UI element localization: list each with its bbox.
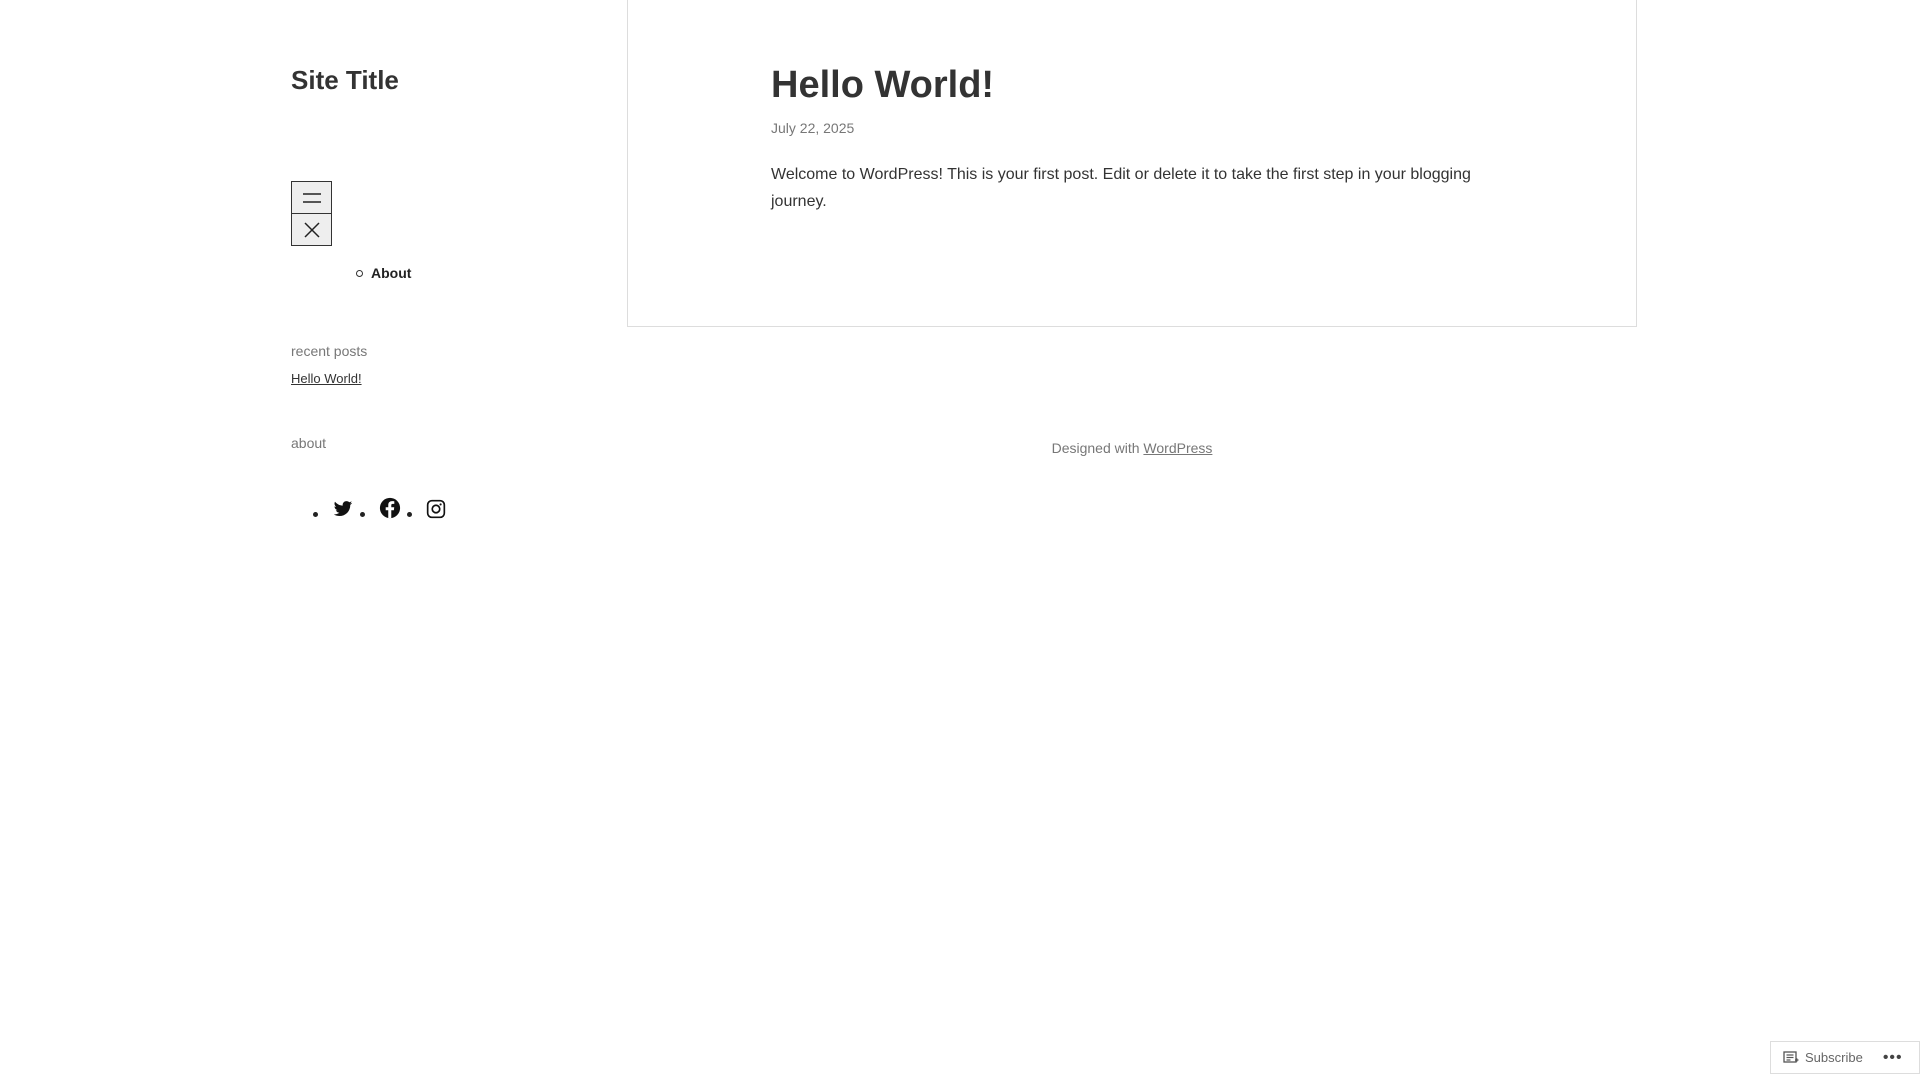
sidebar: Site Title About recent posts Hello Worl… (291, 60, 591, 519)
list-bullet (313, 512, 318, 517)
social-links (313, 497, 452, 519)
menu-open-button[interactable] (291, 181, 332, 214)
more-options-button[interactable]: ••• (1883, 1049, 1903, 1067)
about-widget-title: about (291, 435, 327, 451)
close-icon (303, 221, 320, 238)
subscribe-button[interactable]: Subscribe (1771, 1050, 1863, 1065)
site-footer: Designed with WordPress (627, 440, 1637, 456)
primary-nav: About (355, 263, 411, 283)
menu-close-button[interactable] (291, 213, 332, 246)
social-item-facebook[interactable] (360, 497, 401, 519)
list-bullet (360, 512, 365, 517)
twitter-icon[interactable] (332, 499, 354, 519)
hamburger-icon (302, 192, 321, 203)
post-date[interactable]: July 22, 2025 (771, 120, 854, 136)
recent-post-link[interactable]: Hello World! (291, 371, 362, 386)
post-container: Hello World! July 22, 2025 Welcome to Wo… (627, 0, 1637, 327)
footer-wordpress-link[interactable]: WordPress (1143, 440, 1212, 456)
subscribe-bar: Subscribe ••• (1770, 1041, 1920, 1074)
subscribe-label: Subscribe (1805, 1050, 1863, 1065)
social-item-instagram[interactable] (407, 499, 446, 519)
post-body: Welcome to WordPress! This is your first… (771, 166, 1471, 210)
post-title[interactable]: Hello World! (771, 64, 994, 107)
recent-posts-title: recent posts (291, 343, 368, 359)
instagram-icon[interactable] (426, 499, 446, 519)
nav-item-about[interactable]: About (355, 263, 411, 283)
reader-icon (1783, 1050, 1799, 1063)
list-bullet (407, 512, 412, 517)
social-item-twitter[interactable] (313, 499, 354, 519)
facebook-icon[interactable] (379, 497, 401, 519)
site-title[interactable]: Site Title (291, 60, 591, 100)
footer-credit-text: Designed with (1051, 440, 1144, 456)
